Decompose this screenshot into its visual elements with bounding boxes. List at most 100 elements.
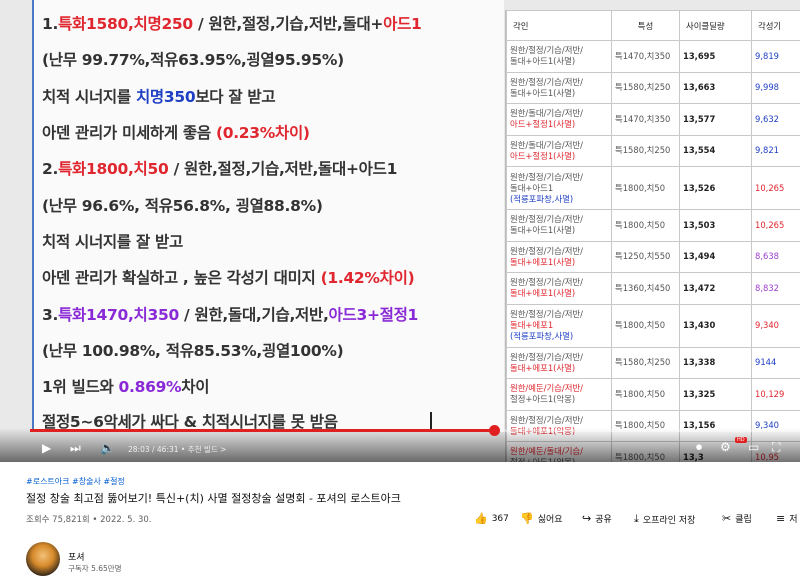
thumbs-up-icon: 👍 <box>474 512 488 525</box>
save-icon: ≡ <box>776 512 786 525</box>
build-line: 돌대+아드1(사멸) <box>510 56 576 67</box>
table-row: 원한/절정/기습/저반/돌대+에포1(사멸) 특1250,치550 13,494 8,… <box>506 240 800 273</box>
build-cell: 원한/절정/기습/저반/돌대+아드1 (적룡포파창,사멸) <box>506 166 612 210</box>
play-icon[interactable]: ▶ <box>42 441 51 455</box>
progress-bar[interactable] <box>30 425 800 436</box>
player-controls <box>0 428 800 462</box>
slide-line-8: 아덴 관리가 확실하고 , 높은 각성기 대미지 (1.42%차이) <box>42 269 415 287</box>
damage-cell: 13,577 <box>679 103 752 136</box>
header-engraving: 각인 <box>506 10 612 41</box>
awakening-cell: 10,265 <box>751 166 800 210</box>
autoplay-toggle[interactable]: ⏺ <box>696 440 702 455</box>
build-cell: 원한/절정/기습/저반/돌대+아드1(사멸) <box>506 71 612 104</box>
build-cell: 원한/절정/기습/저반/돌대+아드1(사멸) <box>506 40 612 73</box>
build-line: 돌대+아드1(사멸) <box>510 87 576 98</box>
build-line: 원한/절정/기습/저반/ <box>510 214 583 225</box>
build-cell: 원한/절정/기습/저반/돌대+에포1(사멸) <box>506 272 612 305</box>
slide-line-10: (난무 100.98%, 적유85.53%,굉열100%) <box>42 342 344 360</box>
awakening-cell: 9,819 <box>751 40 800 73</box>
table-row: 원한/예둔/기습/저반/절정+아드1(악몽) 특1800,치50 13,325 10,… <box>506 378 800 411</box>
share-icon: ↪ <box>582 512 592 525</box>
fullscreen-icon[interactable]: ⛶ <box>772 440 780 455</box>
build-line: 아드+절정1(사멸) <box>510 119 576 130</box>
build-line: 원한/절정/기습/저반/ <box>510 351 583 362</box>
damage-cell: 13,430 <box>679 303 752 348</box>
damage-cell: 13,526 <box>679 166 752 210</box>
table-header-row: 각인 특성 사이클딜량 각성기 <box>506 10 800 41</box>
save-button[interactable]: ≡ 저 <box>776 512 798 525</box>
view-count-date: 조회수 75,821회 • 2022. 5. 30. <box>26 515 152 525</box>
like-button[interactable]: 👍 367 <box>474 512 509 525</box>
slide-line-6: (난무 96.6%, 적유56.8%, 굉열88.8%) <box>42 197 323 215</box>
header-stats: 특성 <box>611 10 680 41</box>
scissors-icon: ✂ <box>722 512 732 525</box>
table-row: 원한/절정/기습/저반/돌대+아드1 (적룡포파창,사멸) 특1800,치50 13,… <box>506 166 800 210</box>
damage-cell: 13,494 <box>679 240 752 273</box>
stat-cell: 특1250,치550 <box>611 240 680 273</box>
build-line: 원한/절정/기습/저반/ <box>510 277 583 288</box>
slide-line-2: (난무 99.77%,적유63.95%,굉열95.95%) <box>42 51 344 69</box>
subscriber-count: 구독자 5.65만명 <box>68 564 122 573</box>
table-row: 원한/절정/기습/저반/돌대+아드1(사멸) 특1470,치350 13,695 9,… <box>506 40 800 73</box>
table-row: 원한/절정/기습/저반/돌대+에포1(사멸) 특1360,치450 13,472 8,… <box>506 272 800 305</box>
progress-fill <box>30 429 495 432</box>
channel-avatar[interactable] <box>26 542 60 576</box>
settings-icon[interactable]: ⚙ <box>720 440 731 454</box>
build-line: 원한/절정/기습/저반/ <box>510 76 583 87</box>
build-line: 원한/돌대/기습/저반/ <box>510 139 583 150</box>
volume-icon[interactable]: 🔈 <box>100 441 115 455</box>
build-cell: 원한/절정/기습/저반/돌대+에포1(사멸) <box>506 346 612 379</box>
build-line: 원한/절정/기습/저반/ <box>510 414 583 425</box>
slide-text-panel: 1.특화1580,치명250 / 원한,절정,기습,저반,돌대+아드1 (난무 … <box>32 0 504 432</box>
table-row: 원한/절정/기습/저반/돌대+아드1(사멸) 특1580,치250 13,663 9,… <box>506 71 800 104</box>
channel-name[interactable]: 포셔 <box>68 550 85 563</box>
build-cell: 원한/절정/기습/저반/돌대+에포1(사멸) <box>506 240 612 273</box>
download-icon: ⤓ <box>634 512 639 525</box>
build-line: 원한/절정/기습/저반/ <box>510 245 583 256</box>
stat-cell: 특1800,치50 <box>611 166 680 210</box>
slide-line-3: 치적 시너지를 치명350보다 잘 받고 <box>42 88 276 106</box>
download-button[interactable]: ⤓ 오프라인 저장 <box>634 512 695 526</box>
table-row: 원한/돌대/기습/저반/아드+절정1(사멸) 특1470,치350 13,577 9,… <box>506 103 800 136</box>
clip-button[interactable]: ✂ 클립 <box>722 512 752 525</box>
video-info: #로스트아크 #창술사 #절정 절정 창술 최고점 뚫어보기! 특신+(치) 사… <box>0 462 800 577</box>
hashtags[interactable]: #로스트아크 #창술사 #절정 <box>26 476 125 487</box>
awakening-cell: 9,632 <box>751 103 800 136</box>
build-line: 원한/절정/기습/저반/ <box>510 309 583 319</box>
build-line: 원한/돌대/기습/저반/ <box>510 108 583 119</box>
damage-cell: 13,472 <box>679 272 752 305</box>
stat-cell: 특1580,치250 <box>611 71 680 104</box>
video-player[interactable]: 1.특화1580,치명250 / 원한,절정,기습,저반,돌대+아드1 (난무 … <box>0 0 800 462</box>
slide-line-5: 2.특화1800,치50 / 원한,절정,기습,저반,돌대+아드1 <box>42 160 398 178</box>
video-title: 절정 창술 최고점 뚫어보기! 특신+(치) 사멸 절정창술 설명회 - 포셔의… <box>26 492 401 505</box>
stat-cell: 특1800,치50 <box>611 378 680 411</box>
damage-cell: 13,338 <box>679 346 752 379</box>
table-row: 원한/절정/기습/저반/돌대+아드1(사멸) 특1800,치50 13,503 10,… <box>506 209 800 242</box>
table-row: 원한/절정/기습/저반/돌대+에포1 (적룡포파창,사멸) 특1800,치50 13,… <box>506 303 800 348</box>
thumbs-down-icon: 👎 <box>520 512 534 525</box>
slide-line-9: 3.특화1470,치350 / 원한,돌대,기습,저반,아드3+절정1 <box>42 306 419 324</box>
awakening-cell: 9,340 <box>751 303 800 348</box>
stat-cell: 특1470,치350 <box>611 40 680 73</box>
build-line: 돌대+에포1(사멸) <box>510 256 576 267</box>
build-line: 돌대+아드1(사멸) <box>510 225 576 236</box>
theater-mode-icon[interactable]: ▭ <box>748 440 759 454</box>
build-line: 돌대+아드1 <box>510 182 554 193</box>
awakening-cell: 10,265 <box>751 209 800 242</box>
build-cell: 원한/예둔/기습/저반/절정+아드1(악몽) <box>506 378 612 411</box>
build-cell: 원한/돌대/기습/저반/아드+절정1(사멸) <box>506 103 612 136</box>
slide-line-7: 치적 시너지를 잘 받고 <box>42 233 183 251</box>
awakening-cell: 9144 <box>751 346 800 379</box>
damage-cell: 13,663 <box>679 71 752 104</box>
awakening-cell: 9,998 <box>751 71 800 104</box>
slide-line-1: 1.특화1580,치명250 / 원한,절정,기습,저반,돌대+아드1 <box>42 15 422 33</box>
slide-line-4: 아덴 관리가 미세하게 좋음 (0.23%차이) <box>42 124 310 142</box>
hd-badge: HD <box>735 437 747 443</box>
dislike-button[interactable]: 👎 싫어요 <box>520 512 563 525</box>
build-line: 원한/예둔/기습/저반/ <box>510 383 583 394</box>
header-awakening: 각성기 <box>751 10 800 41</box>
build-cell: 원한/절정/기습/저반/돌대+아드1(사멸) <box>506 209 612 242</box>
awakening-cell: 9,821 <box>751 134 800 167</box>
share-button[interactable]: ↪ 공유 <box>582 512 612 525</box>
next-icon[interactable]: ⏭ <box>70 441 81 456</box>
